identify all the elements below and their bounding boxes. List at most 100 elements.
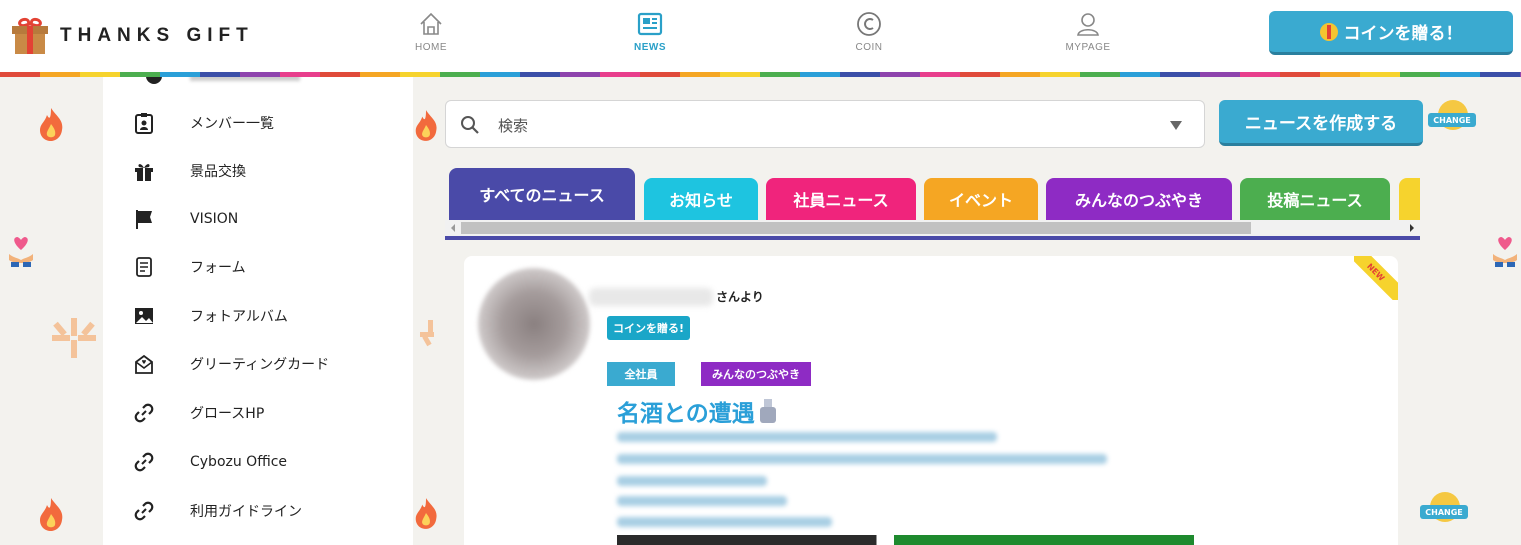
sidebar-item-label: 景品交換 <box>190 164 246 180</box>
blurred-body-line <box>617 496 787 506</box>
tab-everyones-tweets[interactable]: みんなのつぶやき <box>1046 178 1232 220</box>
tabs-scrollbar[interactable] <box>445 220 1420 236</box>
tab-more[interactable] <box>1399 178 1420 220</box>
sidebar-item-label: VISION <box>190 211 239 227</box>
news-title-text: 名酒との遭遇 <box>617 401 755 427</box>
link-icon <box>134 452 154 472</box>
tab-label: すべてのニュース <box>479 186 605 205</box>
settings-icon <box>146 77 162 84</box>
tab-label: 社員ニュース <box>793 191 889 210</box>
create-news-button[interactable]: ニュースを作成する <box>1219 100 1423 146</box>
new-badge-label: NEW <box>1354 256 1398 300</box>
nav-mypage-label: MYPAGE <box>1065 42 1111 53</box>
logo-text: THANKS GIFT <box>60 25 254 46</box>
home-icon <box>420 12 442 35</box>
nav-mypage[interactable]: MYPAGE <box>1048 10 1128 53</box>
member-list-icon <box>135 113 153 134</box>
blurred-body-line <box>617 517 832 527</box>
blurred-body-line <box>617 454 1107 464</box>
dropdown-caret-icon[interactable] <box>1170 121 1182 130</box>
blurred-body-line <box>617 432 997 442</box>
flame-icon <box>415 498 437 529</box>
new-badge: NEW <box>1354 256 1398 300</box>
card-send-coin-button[interactable]: コインを贈る! <box>607 316 691 340</box>
news-category-tabs: すべてのニュース お知らせ 社員ニュース イベント みんなのつぶやき 投稿ニュー… <box>445 168 1420 220</box>
sidebar-item-photo-album[interactable]: フォトアルバム <box>133 301 288 331</box>
scroll-left-icon[interactable] <box>451 224 455 232</box>
sidebar-item-form[interactable]: フォーム <box>133 252 246 282</box>
sidebar-item-label: Cybozu Office <box>190 454 288 470</box>
scroll-right-icon[interactable] <box>1410 224 1414 232</box>
people-circle-icon <box>420 320 434 347</box>
greeting-card-icon <box>135 354 153 374</box>
gift-icon <box>135 164 153 181</box>
avatar[interactable] <box>478 268 590 380</box>
tab-label: お知らせ <box>669 191 733 210</box>
side-menu: メンバー一覧 景品交換 VISION フォーム フォトアルバム グリーティングカ… <box>103 77 413 545</box>
sidebar-item-member-list[interactable]: メンバー一覧 <box>133 108 274 138</box>
nav-coin[interactable]: COIN <box>829 10 909 53</box>
sidebar-item-label: グリーティングカード <box>190 357 330 373</box>
user-icon <box>1077 13 1099 36</box>
heart-hands-icon <box>9 237 33 267</box>
change-theme-button[interactable]: CHANGE <box>1420 492 1468 532</box>
people-circle-icon <box>52 318 96 358</box>
news-image[interactable] <box>617 535 1194 545</box>
tab-employee-news[interactable]: 社員ニュース <box>766 178 916 220</box>
tab-label: イベント <box>948 191 1013 210</box>
sidebar-item-label: 利用ガイドライン <box>190 504 302 520</box>
tag-all-employees[interactable]: 全社員 <box>607 362 675 386</box>
photo-icon <box>135 308 153 324</box>
send-coin-button[interactable]: コインを贈る！ <box>1269 11 1513 55</box>
link-icon <box>134 501 154 521</box>
nav-home-label: HOME <box>415 42 447 53</box>
sidebar-item-label: フォーム <box>190 260 246 276</box>
search-icon <box>461 116 479 134</box>
tabs-underline <box>445 236 1420 240</box>
search-placeholder: 検索 <box>498 117 529 135</box>
sidebar-item-growth-hp[interactable]: グロースHP <box>133 398 264 428</box>
send-coin-label: コインを贈る！ <box>1343 24 1463 44</box>
flag-icon <box>136 210 152 229</box>
scroll-thumb[interactable] <box>461 222 1251 234</box>
sidebar-item-label: フォトアルバム <box>190 309 288 325</box>
flame-icon <box>415 110 437 141</box>
sender-name-blurred <box>589 288 713 306</box>
coin-icon <box>857 12 881 36</box>
nav-news-label: NEWS <box>634 42 666 53</box>
sidebar-item-greeting-card[interactable]: グリーティングカード <box>133 349 329 379</box>
gift-box-icon <box>12 16 48 54</box>
tab-events[interactable]: イベント <box>924 178 1038 220</box>
tab-all-news[interactable]: すべてのニュース <box>449 168 635 220</box>
news-card[interactable]: さんより コインを贈る! 全社員 みんなのつぶやき 名酒との遭遇 NEW <box>464 256 1398 545</box>
sake-bottle-icon <box>759 399 777 423</box>
change-theme-button[interactable]: CHANGE <box>1428 100 1476 140</box>
blurred-body-line <box>617 476 767 486</box>
flame-icon <box>40 498 63 531</box>
search-box[interactable]: 検索 <box>445 100 1205 148</box>
tab-label: 投稿ニュース <box>1267 191 1363 210</box>
sidebar-item-usage-guidelines[interactable]: 利用ガイドライン <box>133 496 302 526</box>
top-header: THANKS GIFT HOME NEWS COIN MYPAGE コインを贈る… <box>0 0 1521 72</box>
nav-news[interactable]: NEWS <box>610 10 690 53</box>
heart-hands-icon <box>1493 237 1517 267</box>
nav-home[interactable]: HOME <box>391 10 471 53</box>
news-icon <box>637 12 663 36</box>
form-icon <box>136 257 152 277</box>
nav-coin-label: COIN <box>855 42 883 53</box>
tag-everyones-tweets[interactable]: みんなのつぶやき <box>701 362 811 386</box>
tab-announcements[interactable]: お知らせ <box>644 178 758 220</box>
change-label: CHANGE <box>1420 505 1468 519</box>
tab-label: みんなのつぶやき <box>1074 191 1203 210</box>
gift-coin-icon <box>1319 22 1338 41</box>
sidebar-item-vision[interactable]: VISION <box>133 204 238 234</box>
sender-suffix: さんより <box>716 290 764 304</box>
sidebar-item-cybozu-office[interactable]: Cybozu Office <box>133 447 287 477</box>
change-label: CHANGE <box>1428 113 1476 127</box>
link-icon <box>134 403 154 423</box>
cut-off-menu-label <box>190 77 300 81</box>
thanks-gift-logo[interactable]: THANKS GIFT <box>12 16 254 54</box>
tab-posted-news[interactable]: 投稿ニュース <box>1240 178 1390 220</box>
news-title[interactable]: 名酒との遭遇 <box>617 394 777 428</box>
sidebar-item-prize-exchange[interactable]: 景品交換 <box>133 156 246 186</box>
